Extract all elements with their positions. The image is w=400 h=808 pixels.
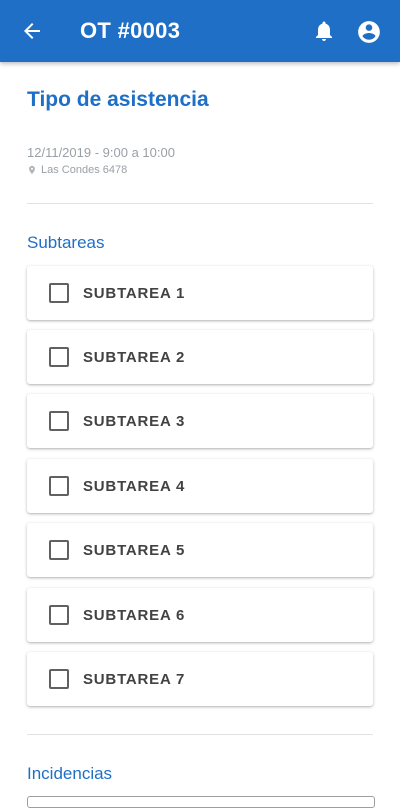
subtask-label: SUBTAREA 2 xyxy=(83,348,186,366)
subtask-card[interactable]: SUBTAREA 2 xyxy=(27,330,373,384)
subtask-label: SUBTAREA 5 xyxy=(83,541,186,559)
checkbox[interactable] xyxy=(49,283,69,303)
subtask-card[interactable]: SUBTAREA 4 xyxy=(27,459,373,513)
app-bar: OT #0003 xyxy=(0,0,400,62)
bell-icon[interactable] xyxy=(312,19,336,43)
divider xyxy=(27,203,373,204)
location-pin-icon xyxy=(29,165,35,175)
assistance-type-title: Tipo de asistencia xyxy=(27,88,209,111)
subtask-label: SUBTAREA 3 xyxy=(83,412,186,430)
checkbox[interactable] xyxy=(49,605,69,625)
subtask-card[interactable]: SUBTAREA 1 xyxy=(27,266,373,320)
subtasks-header: Subtareas xyxy=(27,233,105,252)
account-circle-icon[interactable] xyxy=(356,19,382,45)
location-text: Las Condes 6478 xyxy=(41,164,128,176)
checkbox[interactable] xyxy=(49,411,69,431)
subtask-card[interactable]: SUBTAREA 5 xyxy=(27,523,373,577)
subtask-card[interactable]: SUBTAREA 6 xyxy=(27,588,373,642)
checkbox[interactable] xyxy=(49,669,69,689)
location-row: Las Condes 6478 xyxy=(27,164,127,176)
datetime-text: 12/11/2019 - 9:00 a 10:00 xyxy=(27,145,175,160)
incident-card[interactable] xyxy=(27,796,375,808)
incidents-header: Incidencias xyxy=(27,764,113,783)
checkbox[interactable] xyxy=(49,347,69,367)
arrow-back-icon[interactable] xyxy=(20,19,44,43)
subtask-label: SUBTAREA 1 xyxy=(83,284,186,302)
subtask-label: SUBTAREA 4 xyxy=(83,477,186,495)
checkbox[interactable] xyxy=(49,476,69,496)
subtask-card[interactable]: SUBTAREA 3 xyxy=(27,394,373,448)
subtask-label: SUBTAREA 7 xyxy=(83,670,186,688)
page-title: OT #0003 xyxy=(80,18,181,43)
subtask-card[interactable]: SUBTAREA 7 xyxy=(27,652,373,706)
subtask-label: SUBTAREA 6 xyxy=(83,606,186,624)
checkbox[interactable] xyxy=(49,540,69,560)
divider xyxy=(27,734,373,735)
